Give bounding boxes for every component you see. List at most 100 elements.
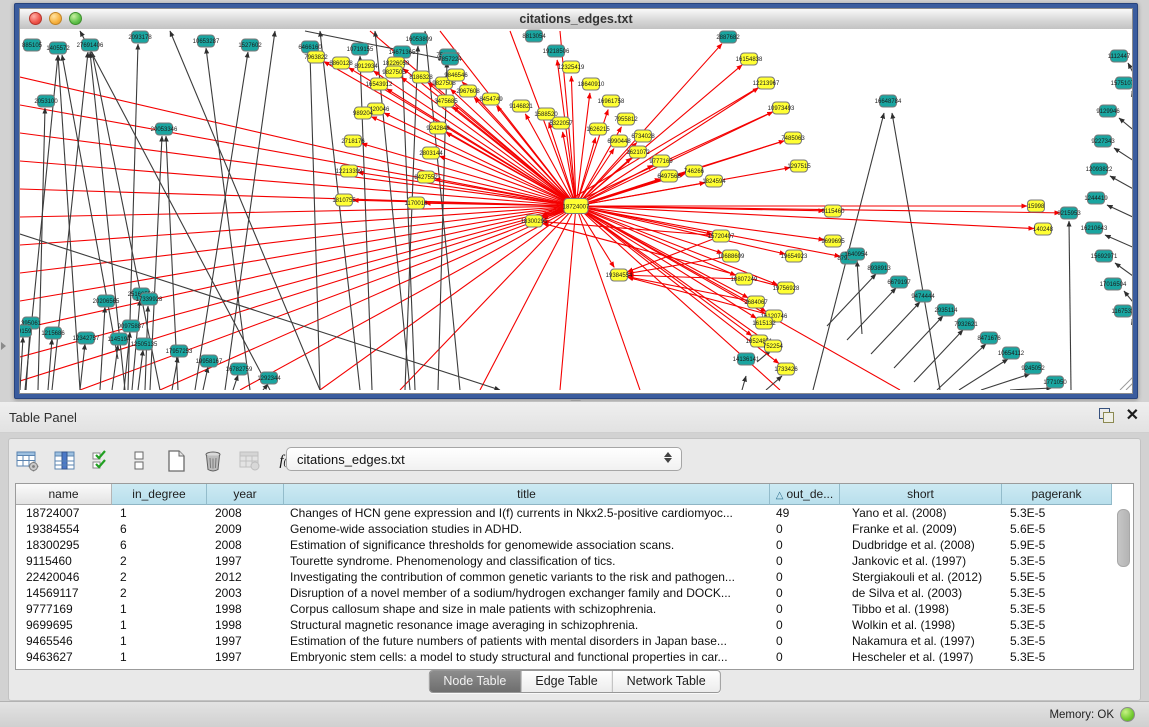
column-header-out_de[interactable]: △out_de... xyxy=(770,484,840,505)
cell-pagerank[interactable]: 5.3E-5 xyxy=(1002,633,1112,649)
graph-node[interactable]: 16154838 xyxy=(736,53,763,65)
cell-out_de[interactable]: 0 xyxy=(770,521,840,537)
cell-pagerank[interactable]: 5.3E-5 xyxy=(1002,505,1112,521)
graph-node[interactable]: 16961758 xyxy=(598,95,625,107)
graph-node[interactable]: 2935114 xyxy=(935,304,959,316)
graph-node[interactable]: 19218506 xyxy=(543,45,570,57)
graph-node[interactable]: 8813054 xyxy=(522,30,546,42)
graph-node[interactable]: 6497568 xyxy=(657,170,681,182)
graph-node[interactable]: 17016504 xyxy=(1100,278,1127,290)
cell-short[interactable]: Stergiakouli et al. (2012) xyxy=(840,569,1002,585)
cell-title[interactable]: Investigating the contribution of common… xyxy=(284,569,770,585)
vertical-scrollbar-thumb[interactable] xyxy=(1117,509,1130,567)
cell-name[interactable]: 19384554 xyxy=(16,521,112,537)
graph-node[interactable]: 9846546 xyxy=(444,69,468,81)
cell-year[interactable]: 2008 xyxy=(207,537,284,553)
table-row[interactable]: 969969511998Structural magnetic resonanc… xyxy=(16,617,1133,633)
cell-in_degree[interactable]: 1 xyxy=(112,617,207,633)
cell-name[interactable]: 9465546 xyxy=(16,633,112,649)
table-row[interactable]: 946554611997Estimation of the future num… xyxy=(16,633,1133,649)
graph-node[interactable]: 885105 xyxy=(22,39,43,51)
graph-node[interactable]: 9215953 xyxy=(1057,207,1081,219)
graph-node[interactable]: 8912934 xyxy=(354,60,378,72)
cell-in_degree[interactable]: 6 xyxy=(112,521,207,537)
graph-node[interactable]: 1244419 xyxy=(1084,192,1108,204)
column-header-name[interactable]: name xyxy=(16,484,112,505)
cell-pagerank[interactable]: 5.3E-5 xyxy=(1002,601,1112,617)
cell-name[interactable]: 14569117 xyxy=(16,585,112,601)
cell-short[interactable]: Wolkin et al. (1998) xyxy=(840,617,1002,633)
cell-title[interactable]: Changes of HCN gene expression and I(f) … xyxy=(284,505,770,521)
cell-pagerank[interactable]: 5.9E-5 xyxy=(1002,537,1112,553)
graph-node[interactable]: 1292344 xyxy=(257,372,281,384)
graph-node[interactable]: 15751074 xyxy=(1111,77,1133,89)
graph-node[interactable]: 7857224 xyxy=(438,53,462,65)
graph-node[interactable]: 9146821 xyxy=(509,100,533,112)
graph-node[interactable]: 1527602 xyxy=(238,39,262,51)
cell-out_de[interactable]: 0 xyxy=(770,617,840,633)
table-row[interactable]: 911546021997Tourette syndrome. Phenomeno… xyxy=(16,553,1133,569)
cell-short[interactable]: Yano et al. (2008) xyxy=(840,505,1002,521)
table-row[interactable]: 2242004622012Investigating the contribut… xyxy=(16,569,1133,585)
graph-node[interactable]: 752254 xyxy=(763,340,784,352)
cell-year[interactable]: 2008 xyxy=(207,505,284,521)
cell-title[interactable]: Genome-wide association studies in ADHD. xyxy=(284,521,770,537)
cell-name[interactable]: 9699695 xyxy=(16,617,112,633)
graph-node[interactable]: 7932621 xyxy=(954,318,978,330)
table-row[interactable]: 1872400712008Changes of HCN gene express… xyxy=(16,505,1133,521)
graph-node[interactable]: 6734028 xyxy=(631,130,655,142)
graph-node[interactable]: 8427552 xyxy=(414,171,438,183)
cell-out_de[interactable]: 0 xyxy=(770,537,840,553)
create-column-icon[interactable] xyxy=(163,448,189,474)
graph-node[interactable]: 1810755 xyxy=(332,194,356,206)
graph-node[interactable]: 2093178 xyxy=(128,31,152,43)
cell-in_degree[interactable]: 6 xyxy=(112,537,207,553)
graph-node[interactable]: 140248 xyxy=(1033,223,1054,235)
cell-short[interactable]: Franke et al. (2009) xyxy=(840,521,1002,537)
cell-year[interactable]: 2012 xyxy=(207,569,284,585)
cell-short[interactable]: Tibbo et al. (1998) xyxy=(840,601,1002,617)
cell-title[interactable]: Disruption of a novel member of a sodium… xyxy=(284,585,770,601)
graph-node[interactable]: 17957253 xyxy=(166,345,193,357)
table-row[interactable]: 1938455462009Genome-wide association stu… xyxy=(16,521,1133,537)
graph-node[interactable]: 16053809 xyxy=(406,33,433,45)
show-columns-icon[interactable] xyxy=(52,448,78,474)
graph-node[interactable]: 9129946 xyxy=(1096,105,1120,117)
cell-year[interactable]: 1997 xyxy=(207,553,284,569)
network-canvas[interactable]: 8851051405572276914062093178106532871527… xyxy=(20,29,1133,390)
cell-title[interactable]: Corpus callosum shape and size in male p… xyxy=(284,601,770,617)
graph-node[interactable]: 90975887 xyxy=(118,320,145,332)
graph-node[interactable]: 2684067 xyxy=(744,296,768,308)
network-window-titlebar[interactable]: citations_edges.txt xyxy=(20,9,1132,30)
cell-in_degree[interactable]: 1 xyxy=(112,649,207,665)
graph-node[interactable]: 9827505 xyxy=(382,66,406,78)
graph-node[interactable]: 6322057 xyxy=(549,117,573,129)
window-resize-grip[interactable] xyxy=(1120,373,1133,390)
graph-node[interactable]: 14671365 xyxy=(389,46,416,58)
cell-name[interactable]: 9777169 xyxy=(16,601,112,617)
cell-out_de[interactable]: 0 xyxy=(770,585,840,601)
graph-node[interactable]: 2967608 xyxy=(456,85,480,97)
cell-pagerank[interactable]: 5.3E-5 xyxy=(1002,585,1112,601)
cell-out_de[interactable]: 0 xyxy=(770,601,840,617)
cell-in_degree[interactable]: 2 xyxy=(112,585,207,601)
float-panel-icon[interactable] xyxy=(1099,408,1114,423)
graph-node[interactable]: 1145194 xyxy=(108,333,132,345)
graph-node[interactable]: 989204 xyxy=(353,107,374,119)
graph-node[interactable]: 15998 xyxy=(1028,200,1046,212)
cell-short[interactable]: Dudbridge et al. (2008) xyxy=(840,537,1002,553)
graph-node[interactable]: 9227343 xyxy=(1091,135,1115,147)
graph-node[interactable]: 1215686 xyxy=(41,327,65,339)
cell-name[interactable]: 18724007 xyxy=(16,505,112,521)
hidden-panel-handle-icon[interactable] xyxy=(1,342,6,350)
cell-year[interactable]: 2009 xyxy=(207,521,284,537)
column-header-year[interactable]: year xyxy=(207,484,284,505)
graph-node[interactable]: 8860128 xyxy=(329,57,353,69)
table-selector-dropdown[interactable]: citations_edges.txt xyxy=(286,447,682,471)
cell-pagerank[interactable]: 5.6E-5 xyxy=(1002,521,1112,537)
maximize-window-button[interactable] xyxy=(69,12,82,25)
graph-node[interactable]: 9474444 xyxy=(911,290,935,302)
graph-node[interactable]: 2887682 xyxy=(716,31,740,43)
graph-node[interactable]: 1167533 xyxy=(1112,305,1133,317)
row-height-icon[interactable] xyxy=(126,448,152,474)
